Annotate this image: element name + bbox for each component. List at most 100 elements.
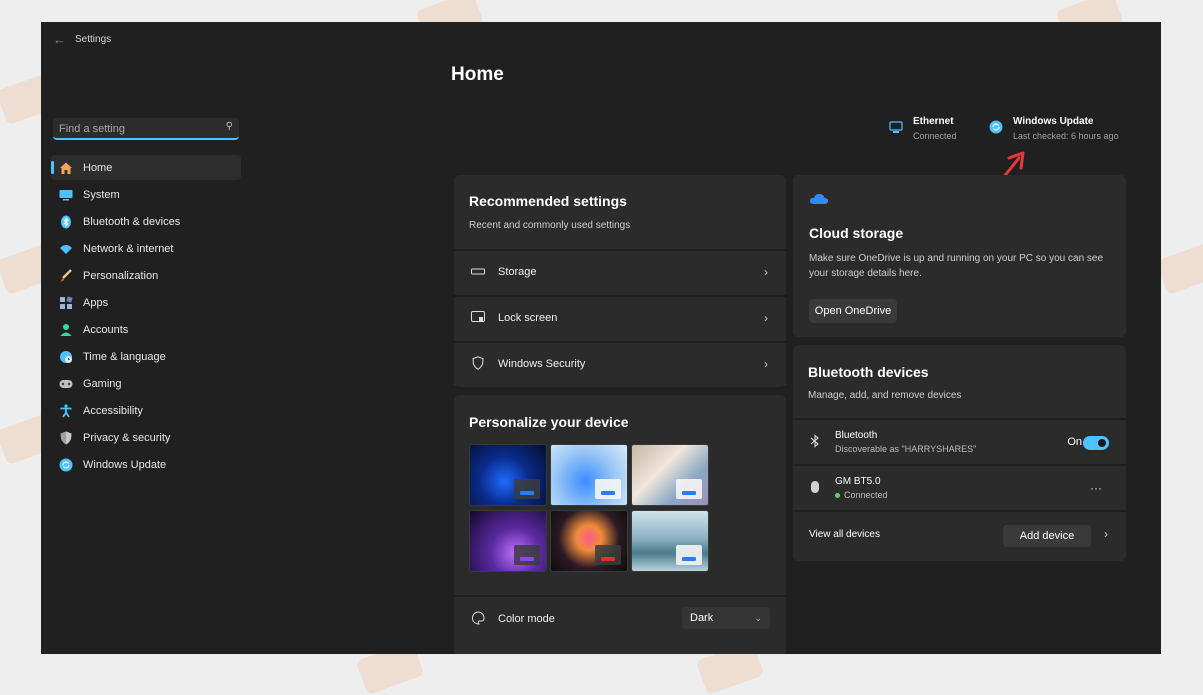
device-name: GM BT5.0 [835, 476, 881, 487]
lock-screen-icon [470, 310, 486, 326]
chevron-right-icon: › [764, 265, 768, 279]
search-box[interactable]: ⚲ [53, 118, 239, 140]
lock-screen-row[interactable]: Lock screen › [454, 295, 786, 339]
recommended-title: Recommended settings [469, 193, 627, 209]
windows-security-row[interactable]: Windows Security › [454, 341, 786, 385]
monitor-icon [59, 188, 73, 202]
bluetooth-icon [807, 433, 823, 451]
theme-thumbnail[interactable] [631, 444, 709, 506]
sidebar-item-bluetooth-devices[interactable]: Bluetooth & devices [51, 209, 241, 234]
bluetooth-toggle[interactable] [1083, 436, 1109, 450]
bluetooth-devices-title: Bluetooth devices [808, 364, 929, 380]
sidebar-item-label: Network & internet [83, 242, 174, 255]
bluetooth-label: Bluetooth [835, 430, 878, 441]
mouse-icon [807, 480, 823, 497]
page-title: Home [451, 64, 504, 85]
device-status-text: Connected [844, 490, 888, 500]
recommended-subtitle: Recent and commonly used settings [469, 220, 631, 231]
brush-icon [59, 268, 73, 283]
sidebar-item-label: Privacy & security [83, 431, 171, 444]
search-icon[interactable]: ⚲ [226, 121, 233, 132]
add-device-button[interactable]: Add device [1003, 525, 1091, 547]
theme-thumbnail[interactable] [469, 510, 547, 572]
theme-thumbnail[interactable] [550, 510, 628, 572]
back-arrow-icon[interactable]: ← [53, 32, 66, 47]
sidebar-item-gaming[interactable]: Gaming [51, 371, 241, 396]
sidebar-item-personalization[interactable]: Personalization [51, 263, 241, 288]
connected-dot-icon [835, 492, 840, 498]
wifi-icon [59, 242, 73, 256]
sidebar-item-apps[interactable]: Apps [51, 290, 241, 315]
sidebar-item-label: Accounts [83, 323, 129, 336]
chevron-down-icon: ⌄ [754, 612, 762, 623]
sidebar-item-windows-update[interactable]: Windows Update [51, 452, 241, 477]
personalize-card: Personalize your device Color mode Dark … [454, 395, 786, 654]
sidebar-item-home[interactable]: Home [51, 155, 241, 180]
more-options-icon[interactable]: ··· [1090, 481, 1102, 495]
bluetooth-icon [59, 215, 73, 229]
palette-icon [470, 610, 486, 628]
globe-clock-icon [59, 350, 73, 364]
color-mode-value: Dark [690, 612, 714, 624]
update-title: Windows Update [1013, 116, 1094, 127]
sidebar-item-accessibility[interactable]: Accessibility [51, 398, 241, 423]
windows-security-label: Windows Security [498, 358, 586, 370]
shield-icon [59, 431, 73, 445]
sidebar-item-label: Windows Update [83, 458, 167, 471]
device-row[interactable]: GM BT5.0 Connected ··· [793, 464, 1126, 510]
bluetooth-toggle-state: On [1067, 436, 1082, 448]
settings-window: ← Settings ⚲ Home System Bluetooth & dev… [41, 22, 1161, 654]
chevron-right-icon: › [764, 311, 768, 325]
open-onedrive-button[interactable]: Open OneDrive [809, 299, 897, 323]
sidebar-nav: Home System Bluetooth & devices Network … [51, 155, 241, 479]
storage-icon [470, 265, 486, 279]
home-icon [59, 161, 73, 175]
sidebar-item-label: Apps [83, 296, 109, 309]
sidebar-item-privacy-security[interactable]: Privacy & security [51, 425, 241, 450]
storage-row[interactable]: Storage › [454, 249, 786, 293]
sidebar-item-label: Home [83, 161, 113, 174]
ethernet-status[interactable]: Ethernet Connected [889, 116, 957, 141]
bluetooth-toggle-row: Bluetooth Discoverable as "HARRYSHARES" … [793, 418, 1126, 464]
cloud-storage-title: Cloud storage [809, 225, 904, 241]
bluetooth-devices-card: Bluetooth devices Manage, add, and remov… [793, 345, 1126, 561]
person-icon [59, 323, 73, 337]
bluetooth-devices-subtitle: Manage, add, and remove devices [808, 390, 962, 401]
sidebar-item-label: Bluetooth & devices [83, 215, 181, 228]
theme-thumbnail[interactable] [631, 510, 709, 572]
cloud-icon [809, 192, 829, 210]
accessibility-icon [59, 403, 73, 418]
storage-label: Storage [498, 266, 537, 278]
sidebar-item-network[interactable]: Network & internet [51, 236, 241, 261]
watermark-logo [1155, 240, 1203, 296]
sidebar-item-label: System [83, 188, 120, 201]
personalize-title: Personalize your device [469, 414, 629, 430]
lock-screen-label: Lock screen [498, 312, 558, 324]
chevron-right-icon: › [764, 357, 768, 371]
sidebar-item-system[interactable]: System [51, 182, 241, 207]
sidebar-item-accounts[interactable]: Accounts [51, 317, 241, 342]
bluetooth-discoverable-text: Discoverable as "HARRYSHARES" [835, 444, 977, 454]
search-input[interactable] [57, 120, 221, 138]
color-mode-select[interactable]: Dark ⌄ [682, 607, 770, 629]
windows-update-status[interactable]: Windows Update Last checked: 6 hours ago [989, 116, 1119, 141]
title-bar: ← Settings [41, 22, 1161, 58]
cloud-storage-card: Cloud storage Make sure OneDrive is up a… [793, 175, 1126, 337]
device-status: Connected [835, 490, 1090, 500]
sidebar-item-time-language[interactable]: Time & language [51, 344, 241, 369]
theme-thumbnail[interactable] [550, 444, 628, 506]
gamepad-icon [59, 377, 73, 391]
ethernet-title: Ethernet [913, 116, 954, 127]
sidebar-item-label: Accessibility [83, 404, 143, 417]
ethernet-subtitle: Connected [913, 131, 957, 141]
shield-outline-icon [470, 355, 486, 373]
update-icon [989, 120, 1005, 141]
update-icon [59, 458, 73, 472]
window-title: Settings [75, 34, 112, 45]
chevron-right-icon: › [1104, 527, 1108, 541]
theme-thumbnail[interactable] [469, 444, 547, 506]
update-subtitle: Last checked: 6 hours ago [1013, 131, 1119, 141]
recommended-settings-card: Recommended settings Recent and commonly… [454, 175, 786, 387]
sidebar-item-label: Personalization [83, 269, 159, 282]
apps-icon [59, 295, 73, 310]
